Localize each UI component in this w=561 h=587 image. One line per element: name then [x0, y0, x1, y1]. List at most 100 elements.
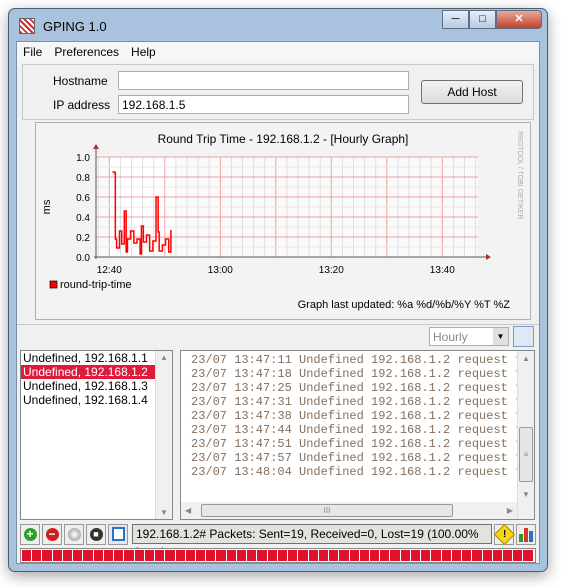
x-tick-label: 12:40 — [97, 265, 122, 276]
x-axis-arrow — [486, 254, 491, 260]
hostname-label: Hostname — [53, 74, 108, 88]
progress-segment — [216, 550, 226, 561]
y-tick-label: 0.0 — [76, 253, 90, 264]
progress-segment — [523, 550, 533, 561]
chevron-down-icon[interactable]: ▼ — [493, 328, 508, 345]
progress-segment — [165, 550, 175, 561]
rrdtool-watermark: RRDTOOL / TOBI OETIKER — [516, 131, 523, 219]
progress-segment — [513, 550, 523, 561]
progress-segment — [421, 550, 431, 561]
close-button[interactable]: ✕ — [496, 10, 542, 29]
progress-segment — [472, 550, 482, 561]
menu-file[interactable]: File — [17, 42, 48, 63]
menu-bar: File Preferences Help — [17, 42, 539, 63]
progress-segment — [155, 550, 165, 561]
log-panel: 23/07 13:47:11 Undefined 192.168.1.2 req… — [180, 350, 535, 520]
grid-view-icon[interactable] — [513, 326, 534, 347]
log-line: 23/07 13:47:57 Undefined 192.168.1.2 req… — [191, 451, 523, 465]
progress-segment — [482, 550, 492, 561]
y-tick-label: 0.2 — [76, 233, 90, 244]
progress-segment — [451, 550, 462, 561]
host-list-item[interactable]: Undefined, 192.168.1.4 — [21, 393, 172, 407]
progress-segment — [298, 550, 308, 561]
app-window: GPING 1.0 ─ □ ✕ File Preferences Help Ho… — [8, 8, 548, 572]
progress-segment — [503, 550, 513, 561]
maximize-button[interactable]: □ — [469, 10, 496, 29]
progress-segment — [329, 550, 339, 561]
log-line: 23/07 13:47:25 Undefined 192.168.1.2 req… — [191, 381, 523, 395]
progress-segment — [32, 550, 42, 561]
y-tick-label: 0.8 — [76, 173, 90, 184]
menu-help[interactable]: Help — [125, 42, 162, 63]
progress-segment — [390, 550, 400, 561]
pause-icon[interactable] — [64, 523, 84, 545]
progress-segment — [267, 550, 277, 561]
x-tick-label: 13:20 — [319, 265, 344, 276]
progress-segment — [175, 550, 185, 561]
progress-segment — [441, 550, 451, 561]
range-select[interactable]: Hourly ▼ — [429, 327, 509, 346]
log-line: 23/07 13:48:04 Undefined 192.168.1.2 req… — [191, 465, 523, 479]
add-host-form: Hostname IP address 192.168.1.5 Add Host — [22, 64, 534, 120]
ip-address-label: IP address — [53, 98, 111, 112]
warning-icon[interactable]: ! — [493, 523, 515, 545]
progress-segment — [206, 550, 216, 561]
progress-segment — [22, 550, 32, 561]
remove-icon[interactable]: − — [42, 523, 62, 545]
log-line: 23/07 13:47:18 Undefined 192.168.1.2 req… — [191, 367, 523, 381]
host-list-item[interactable]: Undefined, 192.168.1.2 — [21, 365, 172, 379]
add-host-button[interactable]: Add Host — [421, 80, 523, 104]
menu-preferences[interactable]: Preferences — [48, 42, 125, 63]
packet-loss-bar — [20, 548, 536, 563]
log-line: 23/07 13:47:38 Undefined 192.168.1.2 req… — [191, 409, 523, 423]
progress-segment — [144, 550, 155, 561]
log-vertical-scrollbar[interactable]: ▲ ≡ ▼ — [517, 351, 534, 519]
window-title: GPING 1.0 — [43, 19, 107, 34]
graph-footer: Graph last updated: %a %d/%b/%Y %T %Z — [298, 299, 511, 311]
progress-segment — [308, 550, 318, 561]
host-list-scrollbar[interactable]: ▲ ▼ — [155, 351, 172, 519]
progress-segment — [349, 550, 359, 561]
title-bar[interactable]: GPING 1.0 ─ □ ✕ — [9, 9, 547, 41]
progress-segment — [380, 550, 390, 561]
progress-segment — [42, 550, 52, 561]
legend-label: round-trip-time — [60, 279, 132, 291]
progress-segment — [257, 550, 267, 561]
progress-segment — [93, 550, 103, 561]
legend-swatch — [49, 280, 58, 289]
y-axis-arrow — [93, 144, 99, 149]
progress-segment — [236, 550, 247, 561]
log-line: 23/07 13:47:44 Undefined 192.168.1.2 req… — [191, 423, 523, 437]
log-horizontal-scrollbar[interactable]: ◀ III ▶ — [181, 502, 517, 519]
log-line: 23/07 13:47:31 Undefined 192.168.1.2 req… — [191, 395, 523, 409]
progress-segment — [226, 550, 236, 561]
progress-segment — [410, 550, 421, 561]
progress-segment — [462, 550, 472, 561]
progress-segment — [400, 550, 410, 561]
host-list-item[interactable]: Undefined, 192.168.1.1 — [21, 351, 172, 365]
rtt-chart-svg: 0.0 0.2 0.4 0.6 0.8 1.0 12:40 13:00 13:20 13:40 Ro… — [41, 131, 523, 311]
stop-icon[interactable]: ■ — [86, 523, 106, 545]
x-tick-label: 13:00 — [208, 265, 233, 276]
progress-segment — [359, 550, 369, 561]
progress-segment — [114, 550, 124, 561]
progress-segment — [247, 550, 257, 561]
progress-segment — [431, 550, 441, 561]
chart-title: Round Trip Time - 192.168.1.2 - [Hourly … — [158, 132, 409, 146]
progress-segment — [83, 550, 93, 561]
progress-segment — [185, 550, 195, 561]
range-select-value: Hourly — [433, 330, 468, 344]
y-axis-label: ms — [41, 199, 53, 214]
y-tick-label: 0.4 — [76, 213, 90, 224]
minimize-button[interactable]: ─ — [442, 10, 469, 29]
host-list-item[interactable]: Undefined, 192.168.1.3 — [21, 379, 172, 393]
hostname-input[interactable] — [118, 71, 409, 90]
y-tick-label: 0.6 — [76, 193, 90, 204]
add-icon[interactable]: + — [20, 523, 40, 545]
ip-address-input[interactable]: 192.168.1.5 — [118, 95, 409, 114]
progress-segment — [134, 550, 144, 561]
save-icon[interactable] — [108, 523, 128, 545]
host-list: Undefined, 192.168.1.1 Undefined, 192.168… — [20, 350, 173, 520]
chart-icon[interactable] — [516, 523, 536, 545]
y-tick-label: 1.0 — [76, 153, 90, 164]
